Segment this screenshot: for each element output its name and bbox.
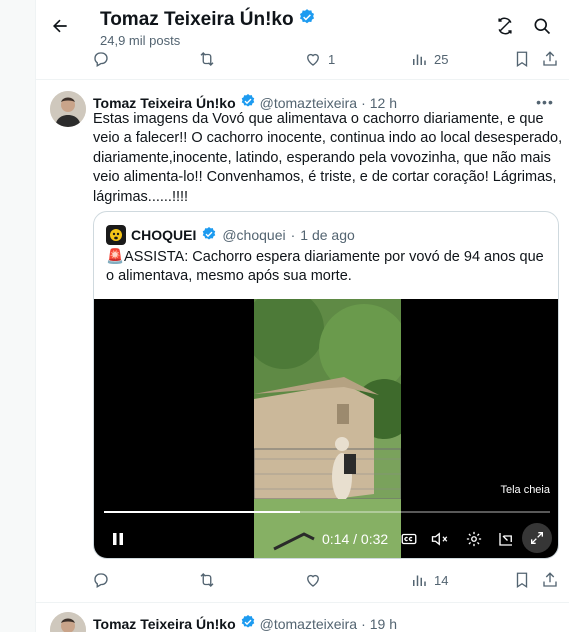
tweet-actions: 14 bbox=[92, 569, 562, 591]
avatar[interactable] bbox=[50, 612, 86, 632]
video-frame bbox=[254, 299, 401, 558]
like-button[interactable] bbox=[304, 571, 328, 589]
separator-dot: · bbox=[361, 94, 366, 111]
verified-badge-icon bbox=[298, 8, 316, 32]
bookmark-button[interactable] bbox=[513, 50, 531, 68]
left-gutter bbox=[0, 0, 36, 632]
next-tweet-header: Tomaz Teixeira Ún!ko @tomazteixeira · 19… bbox=[93, 614, 397, 632]
tweet-time[interactable]: 12 h bbox=[370, 95, 397, 111]
share-button[interactable] bbox=[541, 50, 559, 68]
quoted-tweet[interactable]: CHOQUEI @choquei · 1 de ago 🚨ASSISTA: Ca… bbox=[93, 211, 559, 559]
reply-button[interactable] bbox=[92, 571, 116, 589]
more-options-button[interactable]: ••• bbox=[535, 92, 555, 112]
settings-icon[interactable] bbox=[462, 527, 486, 551]
post-count: 24,9 mil posts bbox=[100, 33, 181, 48]
like-count: 1 bbox=[328, 51, 336, 67]
retweet-button[interactable] bbox=[198, 571, 222, 589]
fullscreen-label: Tela cheia bbox=[500, 484, 550, 496]
views-count: 14 bbox=[434, 572, 449, 588]
refresh-icon[interactable] bbox=[493, 14, 517, 38]
author-handle[interactable]: @tomazteixeira bbox=[260, 95, 357, 111]
views-button[interactable]: 14 bbox=[410, 571, 448, 589]
retweet-button[interactable] bbox=[198, 50, 222, 68]
prev-tweet-actions: 1 25 bbox=[92, 48, 562, 70]
divider bbox=[36, 602, 569, 603]
header-title-text: Tomaz Teixeira Ún!ko bbox=[100, 9, 294, 30]
quote-header: CHOQUEI @choquei · 1 de ago bbox=[106, 225, 355, 245]
expand-icon[interactable] bbox=[522, 523, 552, 553]
profile-header: Tomaz Teixeira Ún!ko 24,9 mil posts bbox=[36, 0, 569, 52]
quote-author-handle: @choquei bbox=[222, 227, 286, 243]
tweet-time[interactable]: 19 h bbox=[370, 616, 397, 632]
verified-badge-icon bbox=[201, 226, 217, 245]
video-progress-fill bbox=[104, 511, 301, 513]
quote-author-name: CHOQUEI bbox=[131, 227, 197, 243]
back-arrow-icon[interactable] bbox=[48, 14, 72, 38]
separator-dot: · bbox=[290, 227, 296, 243]
author-name[interactable]: Tomaz Teixeira Ún!ko bbox=[93, 616, 236, 632]
tweet-text: Estas imagens da Vovó que alimentava o c… bbox=[93, 111, 563, 205]
quote-time: 1 de ago bbox=[300, 227, 355, 243]
like-button[interactable]: 1 bbox=[304, 50, 335, 68]
bookmark-button[interactable] bbox=[513, 571, 531, 589]
views-count: 25 bbox=[434, 51, 449, 67]
search-icon[interactable] bbox=[530, 14, 554, 38]
views-button[interactable]: 25 bbox=[410, 50, 448, 68]
video-time: 0:14 / 0:32 bbox=[322, 531, 389, 547]
separator-dot: · bbox=[361, 615, 366, 632]
page-title: Tomaz Teixeira Ún!ko bbox=[100, 8, 316, 32]
pause-icon[interactable] bbox=[106, 527, 130, 551]
video-progress-bar[interactable] bbox=[104, 511, 550, 513]
author-name[interactable]: Tomaz Teixeira Ún!ko bbox=[93, 95, 236, 111]
choquei-avatar[interactable] bbox=[106, 225, 126, 245]
video-player[interactable]: Tela cheia 0:14 / 0:32 bbox=[94, 299, 558, 558]
avatar[interactable] bbox=[50, 91, 86, 127]
share-button[interactable] bbox=[541, 571, 559, 589]
verified-badge-icon bbox=[240, 614, 256, 632]
captions-icon[interactable] bbox=[398, 527, 420, 551]
mute-icon[interactable] bbox=[428, 527, 452, 551]
quote-text: 🚨ASSISTA: Cachorro espera diariamente po… bbox=[106, 249, 544, 285]
reply-button[interactable] bbox=[92, 50, 116, 68]
divider bbox=[36, 79, 569, 80]
author-handle[interactable]: @tomazteixeira bbox=[260, 616, 357, 632]
pip-icon[interactable] bbox=[494, 527, 518, 551]
